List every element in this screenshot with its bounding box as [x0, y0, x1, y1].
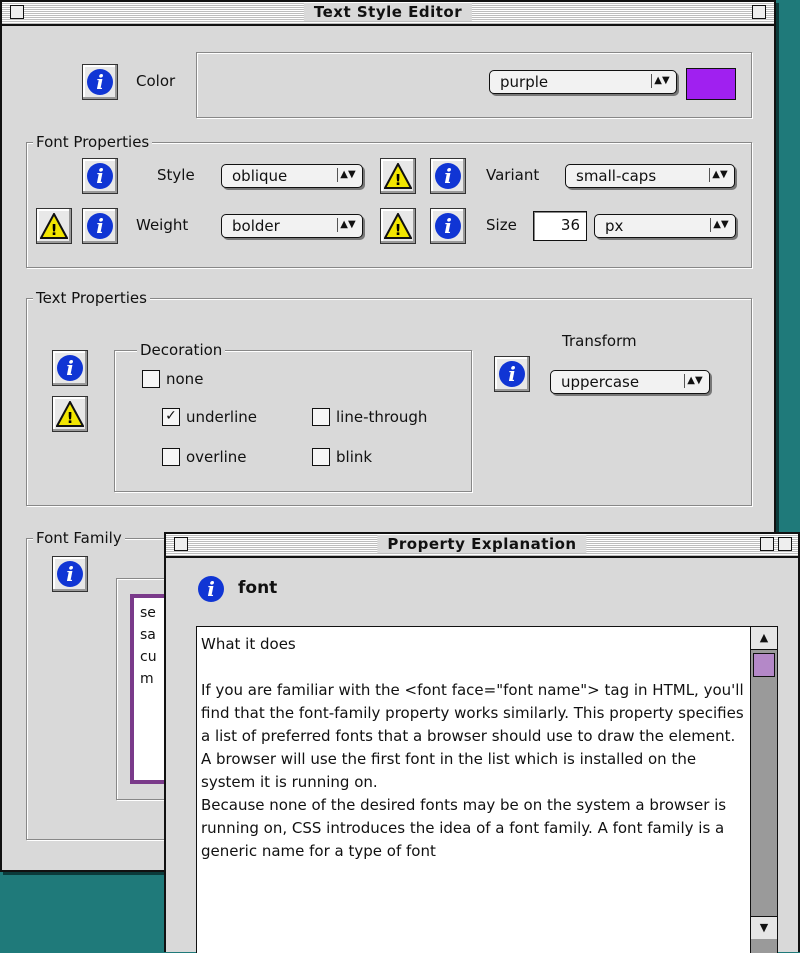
style-value: oblique: [232, 167, 288, 185]
weight-label: Weight: [136, 216, 189, 234]
decoration-blink-label: blink: [336, 448, 373, 466]
variant-select[interactable]: small-caps ▲▼: [565, 164, 735, 188]
popup-arrows-icon: ▲▼: [710, 218, 731, 232]
info-icon: i: [198, 576, 224, 602]
size-info-button[interactable]: i: [430, 208, 466, 244]
weight-info-button[interactable]: i: [82, 208, 118, 244]
info-icon: i: [87, 213, 113, 239]
info-icon: i: [87, 69, 113, 95]
info-icon: i: [57, 355, 83, 381]
popup-arrows-icon: ▲▼: [709, 168, 730, 182]
warning-icon: !: [40, 213, 68, 239]
info-icon: i: [435, 213, 461, 239]
weight-warning-button[interactable]: !: [36, 208, 72, 244]
variant-info-button[interactable]: i: [430, 158, 466, 194]
style-label: Style: [157, 166, 195, 184]
variant-warning-button[interactable]: !: [380, 158, 416, 194]
weight-value: bolder: [232, 217, 280, 235]
color-info-button[interactable]: i: [82, 64, 118, 100]
transform-select[interactable]: uppercase ▲▼: [550, 370, 710, 394]
text-properties-label: Text Properties: [33, 289, 150, 307]
decoration-info-button[interactable]: i: [52, 350, 88, 386]
vertical-scrollbar[interactable]: ▲ ▼: [750, 627, 777, 953]
collapse-box[interactable]: [778, 537, 792, 551]
decoration-warning-button[interactable]: !: [52, 396, 88, 432]
window-title: Property Explanation: [377, 535, 587, 553]
size-field[interactable]: 36: [533, 211, 587, 241]
zoom-box[interactable]: [760, 537, 774, 551]
warning-icon: !: [56, 401, 84, 427]
collapse-box[interactable]: [752, 5, 766, 19]
style-select[interactable]: oblique ▲▼: [221, 164, 363, 188]
font-properties-label: Font Properties: [33, 133, 153, 151]
variant-value: small-caps: [576, 167, 657, 185]
property-explanation-window: Property Explanation i font What it does…: [164, 532, 800, 953]
font-family-label: Font Family: [33, 529, 125, 547]
title-bar[interactable]: Property Explanation: [166, 534, 798, 558]
weight-select[interactable]: bolder ▲▼: [221, 214, 363, 238]
size-unit-select[interactable]: px ▲▼: [594, 214, 736, 238]
popup-arrows-icon: ▲▼: [651, 74, 672, 88]
decoration-underline-label: underline: [186, 408, 258, 426]
style-info-button[interactable]: i: [82, 158, 118, 194]
popup-arrows-icon: ▲▼: [337, 218, 358, 232]
color-value: purple: [500, 73, 549, 91]
decoration-none-label: none: [166, 370, 204, 388]
font-family-info-button[interactable]: i: [52, 556, 88, 592]
close-box[interactable]: [10, 5, 24, 19]
decoration-overline-checkbox[interactable]: [162, 448, 180, 466]
popup-arrows-icon: ▲▼: [337, 168, 358, 182]
decoration-none-checkbox[interactable]: [142, 370, 160, 388]
warning-icon: !: [384, 163, 412, 189]
svg-text:!: !: [67, 409, 74, 427]
transform-label: Transform: [562, 332, 637, 350]
scroll-up-arrow-icon[interactable]: ▲: [751, 627, 777, 650]
scroll-down-arrow-icon[interactable]: ▼: [751, 916, 777, 939]
close-box[interactable]: [174, 537, 188, 551]
svg-text:!: !: [51, 221, 58, 239]
title-bar[interactable]: Text Style Editor: [2, 2, 774, 26]
color-select[interactable]: purple ▲▼: [489, 70, 677, 94]
size-value: 36: [560, 216, 580, 234]
decoration-underline-checkbox[interactable]: ✓: [162, 408, 180, 426]
size-unit-value: px: [605, 217, 624, 235]
explanation-text-area[interactable]: What it does If you are familiar with th…: [196, 626, 778, 953]
svg-text:!: !: [395, 171, 402, 189]
info-icon: i: [435, 163, 461, 189]
info-icon: i: [57, 561, 83, 587]
explanation-text: What it does If you are familiar with th…: [201, 635, 744, 860]
info-icon: i: [499, 361, 525, 387]
decoration-line-through-checkbox[interactable]: [312, 408, 330, 426]
popup-arrows-icon: ▲▼: [684, 374, 705, 388]
svg-text:!: !: [395, 221, 402, 239]
info-icon: i: [87, 163, 113, 189]
property-name: font: [238, 578, 278, 598]
scroll-thumb[interactable]: [753, 653, 775, 677]
window-title: Text Style Editor: [303, 3, 473, 21]
transform-info-button[interactable]: i: [494, 356, 530, 392]
color-swatch[interactable]: [686, 68, 736, 100]
decoration-blink-checkbox[interactable]: [312, 448, 330, 466]
decoration-line-through-label: line-through: [336, 408, 428, 426]
warning-icon: !: [384, 213, 412, 239]
size-warning-button[interactable]: !: [380, 208, 416, 244]
size-label: Size: [486, 216, 517, 234]
variant-label: Variant: [486, 166, 540, 184]
decoration-overline-label: overline: [186, 448, 247, 466]
transform-value: uppercase: [561, 373, 640, 391]
decoration-label: Decoration: [137, 341, 226, 359]
color-label: Color: [136, 72, 176, 90]
